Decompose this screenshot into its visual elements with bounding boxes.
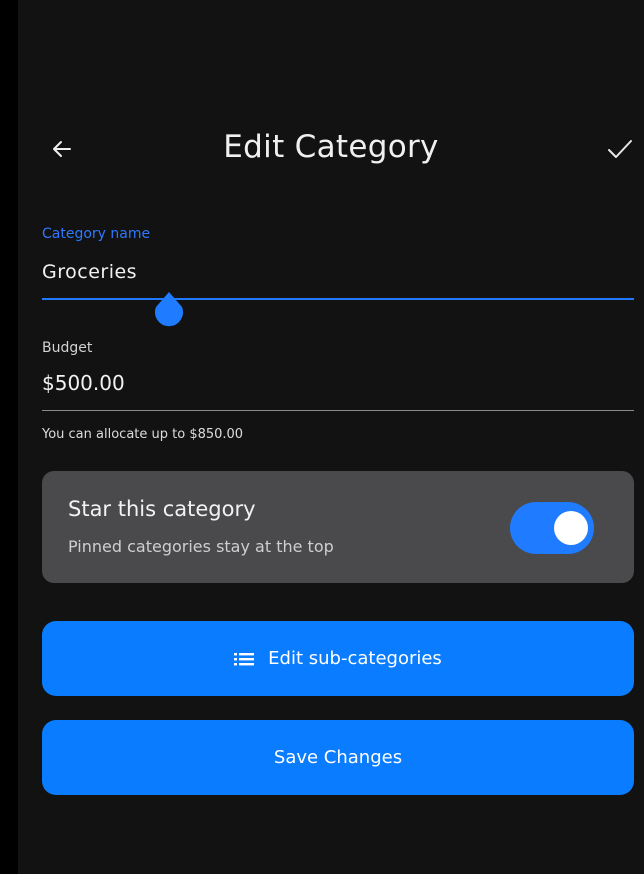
star-subtitle: Pinned categories stay at the top xyxy=(68,537,334,556)
app-bar: Edit Category xyxy=(18,105,644,195)
text-cursor-handle[interactable] xyxy=(152,290,186,330)
save-changes-label: Save Changes xyxy=(273,747,403,768)
edit-category-screen: Edit Category Category name Budget You c… xyxy=(18,0,644,874)
budget-underline xyxy=(42,410,634,411)
star-toggle[interactable] xyxy=(510,502,594,554)
budget-field: Budget xyxy=(42,340,634,414)
page-title: Edit Category xyxy=(223,129,439,165)
budget-label: Budget xyxy=(42,340,93,356)
star-title: Star this category xyxy=(68,497,256,521)
save-changes-button[interactable]: Save Changes xyxy=(42,720,634,795)
list-icon xyxy=(234,652,255,665)
toggle-thumb xyxy=(554,511,588,545)
category-name-input[interactable] xyxy=(42,257,602,287)
focused-underline xyxy=(42,298,634,300)
category-name-label: Category name xyxy=(42,226,151,242)
edit-sub-categories-label: Edit sub-categories xyxy=(268,648,442,669)
edit-sub-categories-button[interactable]: Edit sub-categories xyxy=(42,621,634,696)
category-name-field: Category name xyxy=(42,226,634,327)
check-icon xyxy=(608,140,632,158)
budget-input[interactable] xyxy=(42,367,602,399)
star-category-card[interactable]: Star this category Pinned categories sta… xyxy=(42,471,634,583)
confirm-button[interactable] xyxy=(602,133,638,165)
budget-helper-text: You can allocate up to $850.00 xyxy=(42,427,244,442)
